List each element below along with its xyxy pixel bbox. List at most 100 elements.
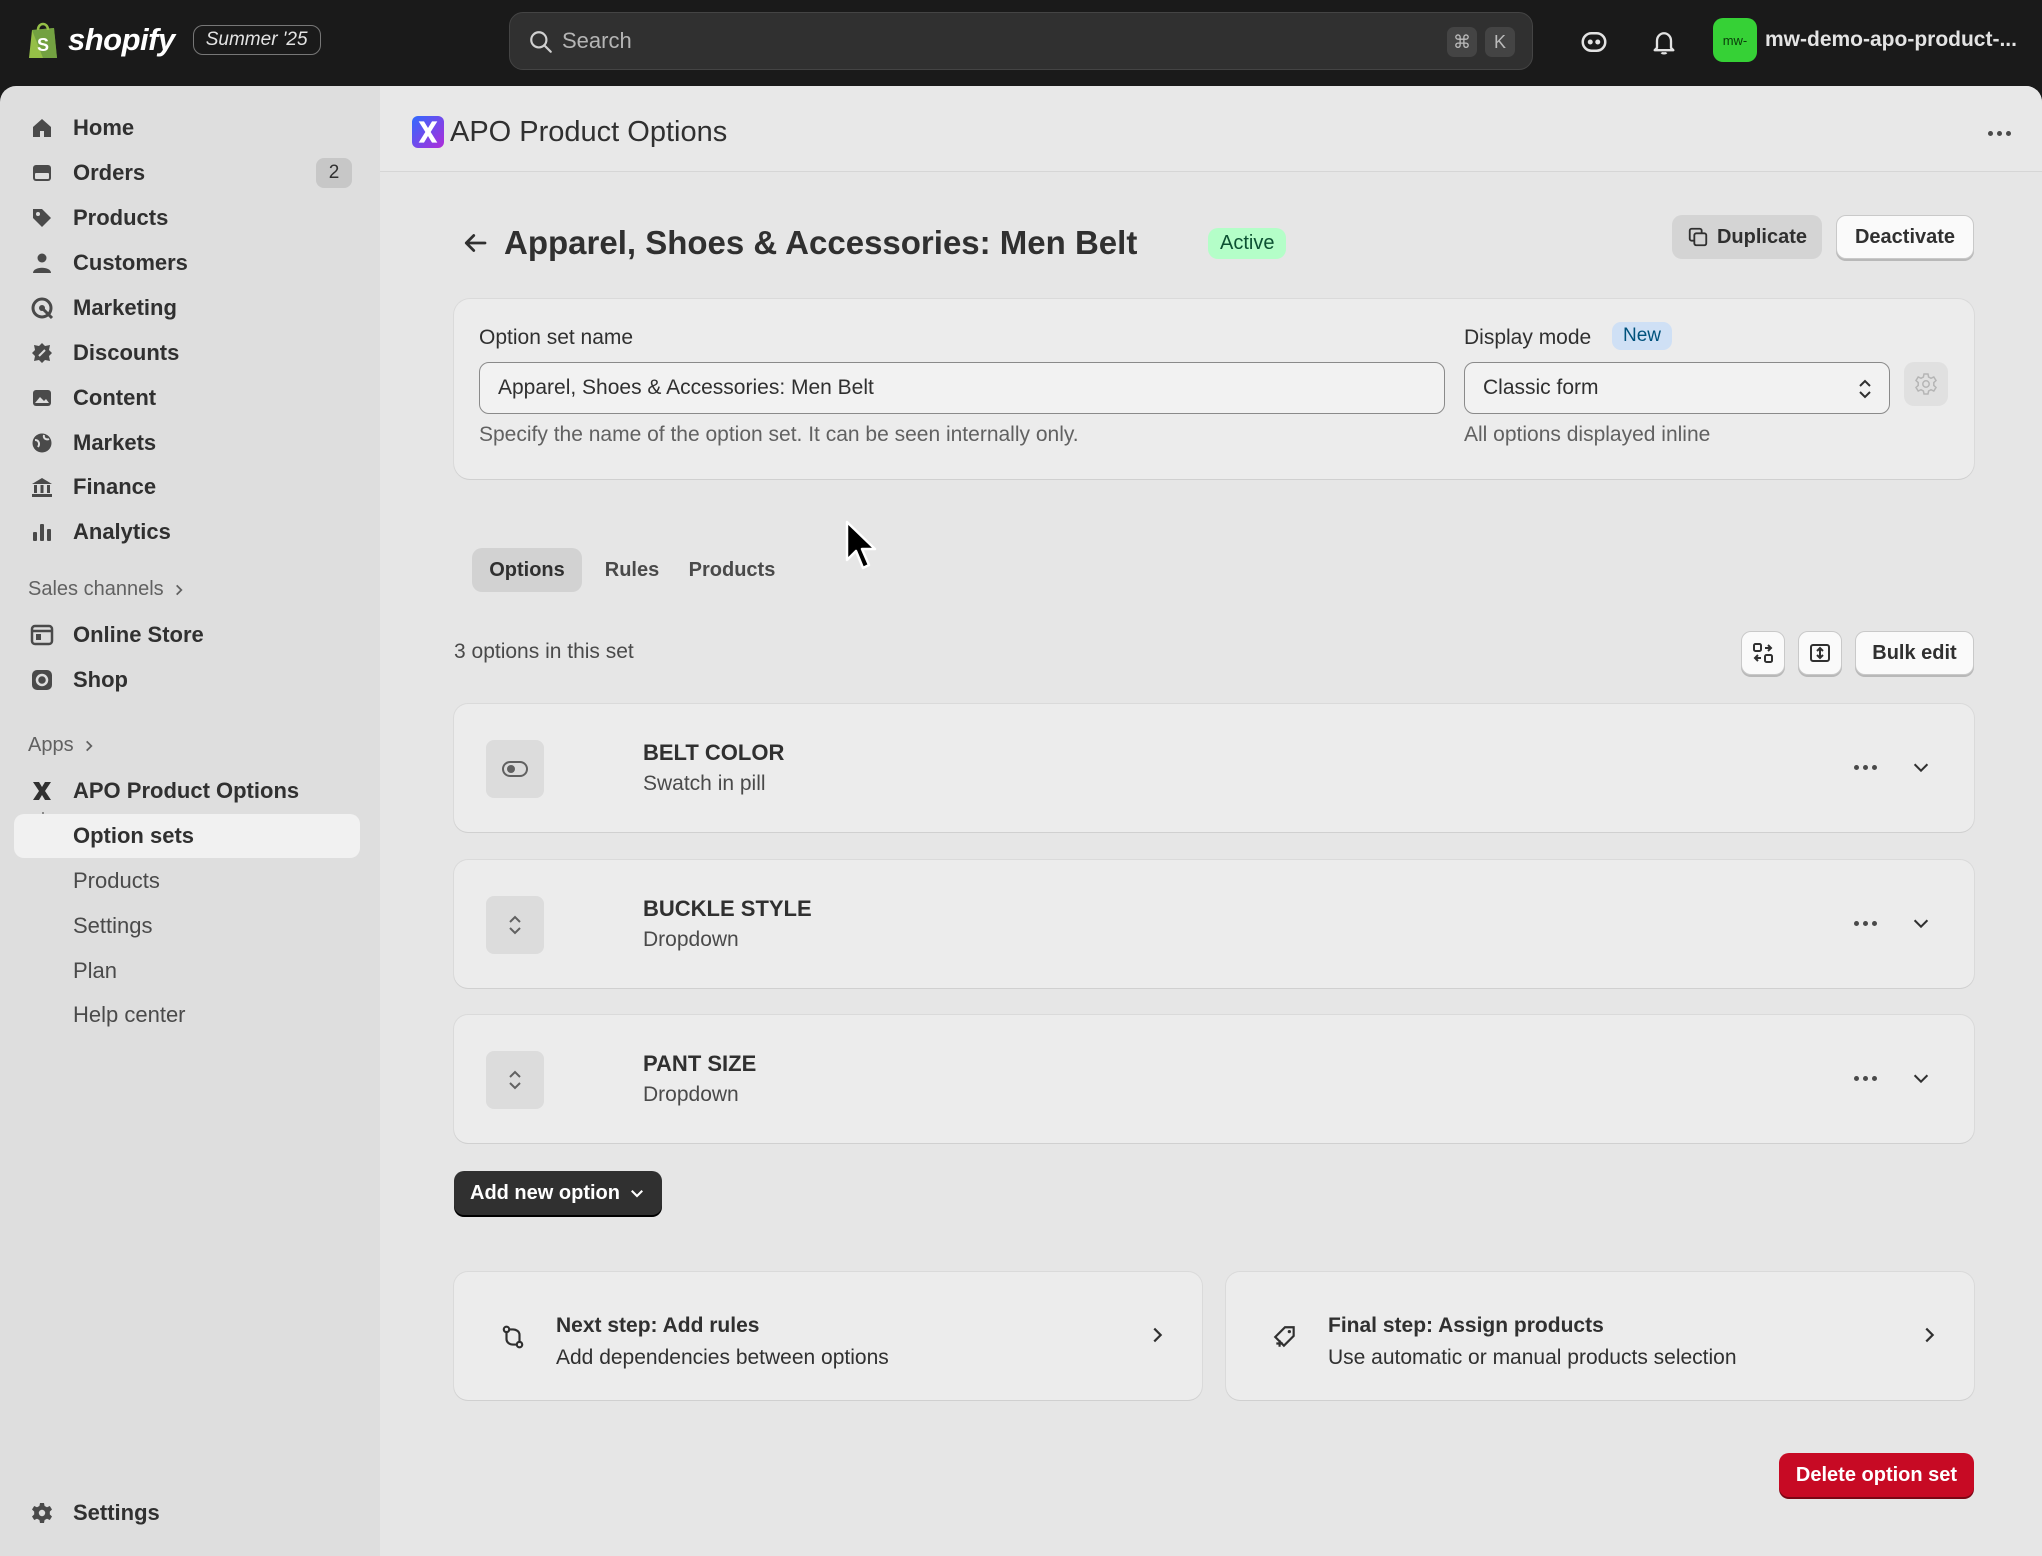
- apps-heading[interactable]: Apps: [28, 734, 96, 757]
- duplicate-button[interactable]: Duplicate: [1672, 215, 1822, 259]
- sidebar-item-finance[interactable]: Finance: [14, 465, 360, 509]
- display-mode-value: Classic form: [1483, 376, 1599, 399]
- step-title: Final step: Assign products: [1328, 1314, 1604, 1337]
- tab-options[interactable]: Options: [472, 548, 582, 592]
- sidebar-item-label: Settings: [73, 913, 153, 938]
- back-arrow-icon[interactable]: [460, 228, 490, 258]
- sidebar-item-products[interactable]: Products: [14, 196, 360, 240]
- sidebar-item-label: Products: [73, 868, 160, 893]
- bulk-edit-button[interactable]: Bulk edit: [1855, 631, 1974, 675]
- sales-channels-label: Sales channels: [28, 578, 164, 600]
- shopify-logo[interactable]: S shopify Summer '25: [26, 20, 321, 60]
- sidebar-item-label: Analytics: [73, 519, 171, 544]
- main-content: APO Product Options Apparel, Shoes & Acc…: [380, 86, 2042, 1556]
- select-chevrons-icon: [1859, 379, 1871, 399]
- sidebar-item-home[interactable]: Home: [14, 106, 360, 150]
- tag-plus-icon: [1273, 1326, 1295, 1348]
- sales-channels-heading[interactable]: Sales channels: [28, 578, 186, 601]
- sidebar-item-content[interactable]: Content: [14, 376, 360, 420]
- sidebar-item-markets[interactable]: Markets: [14, 421, 360, 465]
- status-badge: Active: [1208, 228, 1287, 259]
- orders-icon: [33, 165, 51, 181]
- sidebar-item-discounts[interactable]: Discounts: [14, 331, 360, 375]
- search-placeholder: Search: [562, 28, 632, 53]
- display-mode-settings-button[interactable]: [1904, 362, 1948, 406]
- sidekick-glyph-icon: [1581, 32, 1607, 52]
- store-name: mw-demo-apo-product-...: [1765, 28, 2017, 51]
- option-card-pant-size[interactable]: PANT SIZE Dropdown: [454, 1015, 1974, 1143]
- gear-icon: [32, 1503, 52, 1523]
- option-set-name-value: Apparel, Shoes & Accessories: Men Belt: [498, 376, 874, 399]
- bulk-edit-label: Bulk edit: [1872, 641, 1957, 664]
- search-icon: [530, 31, 552, 53]
- mouse-cursor-icon: [845, 520, 877, 570]
- sidebar-item-label: Orders: [73, 160, 146, 185]
- option-type: Swatch in pill: [643, 772, 766, 795]
- search-bar[interactable]: Search ⌘ K: [509, 12, 1533, 70]
- edition-badge: Summer '25: [192, 25, 321, 55]
- discount-icon: [32, 343, 52, 363]
- sidebar-item-apo-product-options[interactable]: APO Product Options: [14, 769, 360, 813]
- store-avatar: mw-: [1713, 18, 1757, 62]
- option-set-name-label: Option set name: [479, 326, 634, 349]
- sidebar-item-marketing[interactable]: Marketing: [14, 286, 360, 330]
- sidebar-item-online-store[interactable]: Online Store: [14, 613, 360, 657]
- sidebar-item-orders[interactable]: Orders 2: [14, 151, 360, 195]
- expand-collapse-button[interactable]: [1741, 631, 1785, 675]
- option-card-belt-color[interactable]: BELT COLOR Swatch in pill: [454, 704, 1974, 832]
- sidebar-item-analytics[interactable]: Analytics: [14, 510, 360, 554]
- chevron-down-icon[interactable]: [1910, 912, 1932, 934]
- delete-label: Delete option set: [1795, 1463, 1958, 1486]
- rules-icon: [502, 1325, 524, 1349]
- sidebar-item-label: Marketing: [73, 295, 177, 320]
- apps-label: Apps: [28, 734, 74, 756]
- tab-rules[interactable]: Rules: [594, 548, 670, 592]
- deactivate-button[interactable]: Deactivate: [1836, 215, 1974, 259]
- sidebar-item-shop[interactable]: Shop: [14, 658, 360, 702]
- sidebar-item-customers[interactable]: Customers: [14, 241, 360, 285]
- chevron-right-icon: [1153, 1327, 1163, 1343]
- sidebar-subitem-plan[interactable]: Plan: [14, 949, 360, 993]
- target-icon: [31, 297, 54, 320]
- reorder-button[interactable]: [1798, 631, 1842, 675]
- option-more-actions-icon[interactable]: [1854, 1076, 1877, 1081]
- sidebar: Home Orders 2 Products Customers Marketi…: [0, 86, 380, 1556]
- sidebar-subitem-option-sets[interactable]: Option sets: [14, 814, 360, 858]
- final-step-assign-products-card[interactable]: Final step: Assign products Use automati…: [1226, 1272, 1974, 1400]
- brand-name: shopify: [68, 22, 175, 57]
- select-chevrons-icon: [509, 1070, 521, 1090]
- display-mode-select[interactable]: Classic form: [1464, 362, 1890, 414]
- duplicate-label: Duplicate: [1716, 225, 1808, 248]
- sidebar-subitem-help-center[interactable]: Help center: [14, 993, 360, 1037]
- sidekick-icon[interactable]: [1576, 24, 1612, 60]
- top-bar: S shopify Summer '25 Search ⌘ K mw- mw-d…: [0, 0, 2042, 86]
- sidebar-item-label: Customers: [73, 250, 188, 275]
- dropdown-icon: [486, 896, 544, 954]
- shop-icon: [32, 670, 52, 690]
- tab-products[interactable]: Products: [680, 548, 784, 592]
- new-badge: New: [1612, 322, 1673, 350]
- chevron-down-icon[interactable]: [1910, 756, 1932, 778]
- tag-icon: [33, 209, 51, 227]
- notifications-bell-icon[interactable]: [1646, 24, 1682, 60]
- add-new-option-button[interactable]: Add new option: [454, 1171, 662, 1215]
- display-mode-label: Display mode: [1464, 326, 1592, 349]
- delete-option-set-button[interactable]: Delete option set: [1779, 1453, 1974, 1497]
- store-icon: [30, 624, 54, 646]
- chevron-down-icon[interactable]: [1910, 1067, 1932, 1089]
- option-card-buckle-style[interactable]: BUCKLE STYLE Dropdown: [454, 860, 1974, 988]
- bar-chart-icon: [33, 524, 51, 541]
- app-header: APO Product Options: [380, 86, 2042, 172]
- next-step-add-rules-card[interactable]: Next step: Add rules Add dependencies be…: [454, 1272, 1202, 1400]
- option-more-actions-icon[interactable]: [1854, 921, 1877, 926]
- sidebar-item-label: Shop: [73, 667, 128, 692]
- sidebar-item-label: Home: [73, 115, 135, 140]
- option-more-actions-icon[interactable]: [1854, 765, 1877, 770]
- sidebar-subitem-settings[interactable]: Settings: [14, 904, 360, 948]
- option-set-name-input[interactable]: Apparel, Shoes & Accessories: Men Belt: [479, 362, 1445, 414]
- app-more-actions-icon[interactable]: [1988, 131, 2011, 136]
- store-switcher[interactable]: mw- mw-demo-apo-product-...: [1713, 18, 2017, 62]
- sidebar-subitem-products[interactable]: Products: [14, 859, 360, 903]
- sidebar-item-settings[interactable]: Settings: [14, 1491, 360, 1535]
- apo-x-glyph-icon: [418, 121, 438, 143]
